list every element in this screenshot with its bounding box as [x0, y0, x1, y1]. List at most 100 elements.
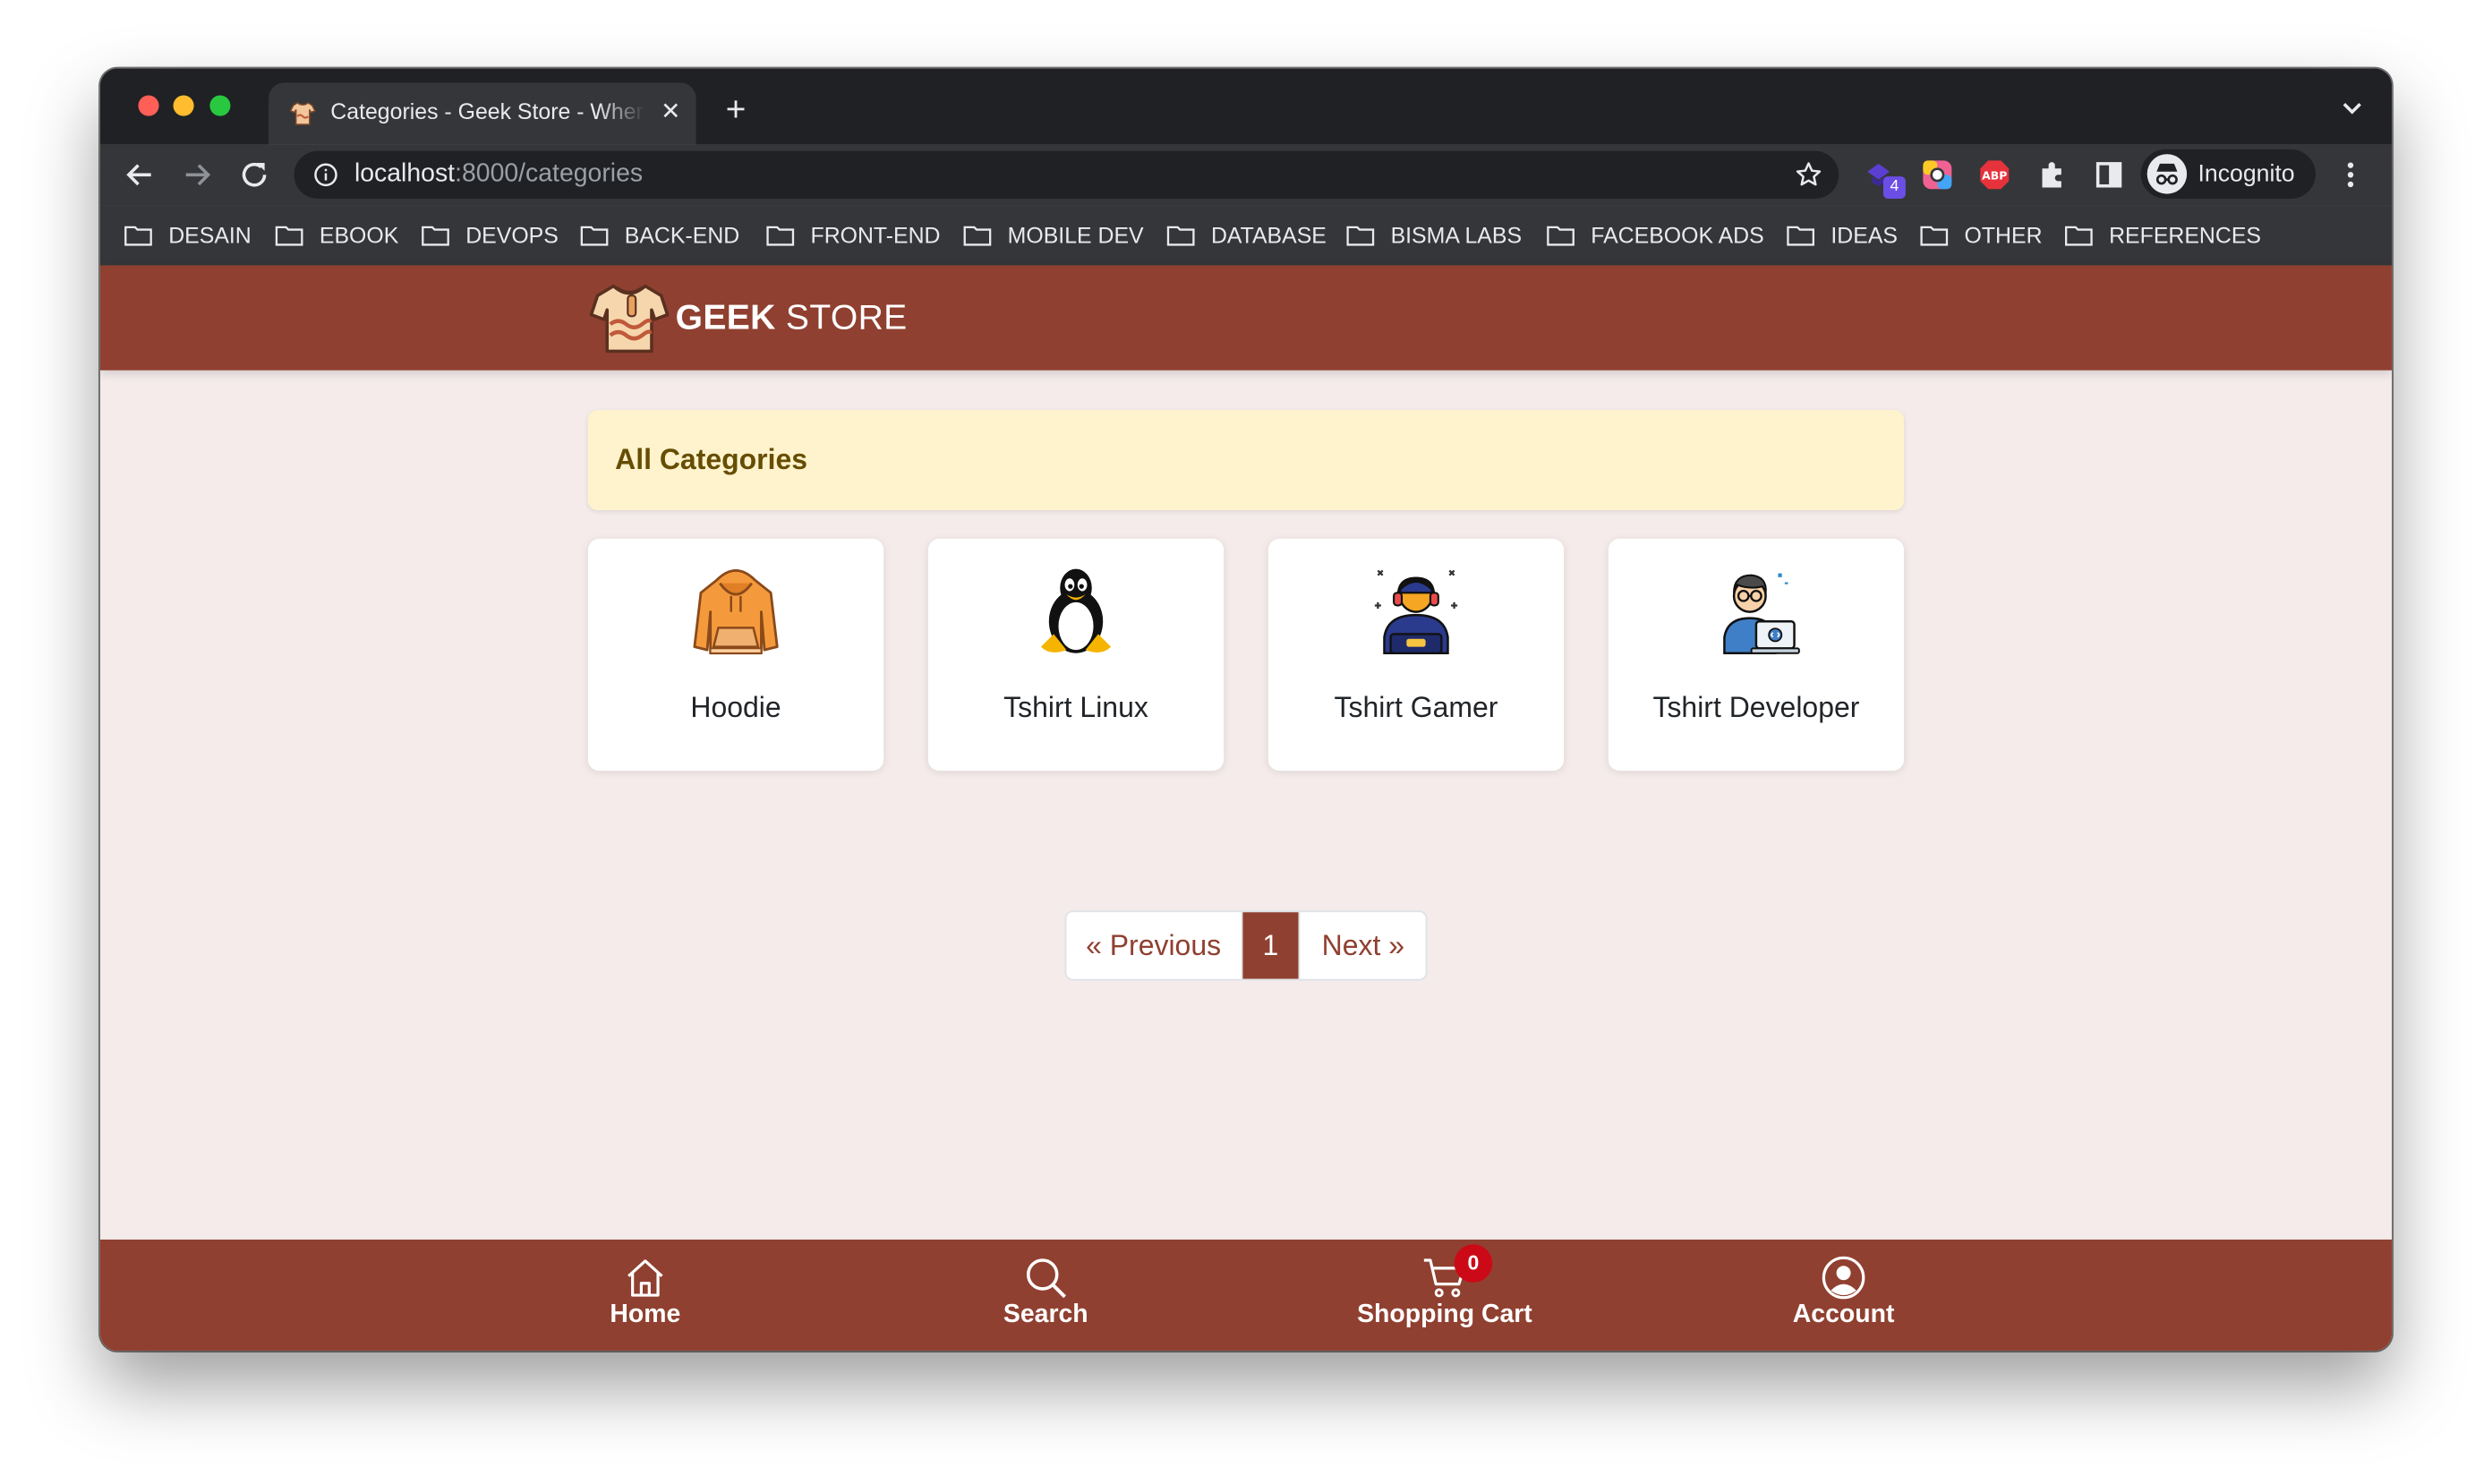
nav-home[interactable]: Home [518, 1256, 772, 1330]
address-bar[interactable]: localhost:8000/categories [294, 150, 1839, 199]
incognito-label: Incognito [2198, 160, 2295, 188]
folder-icon [124, 226, 152, 246]
folder-icon [422, 226, 449, 246]
bookmark-label: MOBILE DEV [1007, 222, 1144, 248]
tab-search-chevron-icon[interactable] [2341, 97, 2363, 119]
brand-link[interactable]: GEEK STORE [589, 279, 908, 355]
folder-icon [2065, 226, 2093, 246]
tab-title: Categories - Geek Store - Where Geeks Sh… [330, 98, 645, 124]
bookmark-folder-other[interactable]: OTHER [1920, 221, 2043, 250]
tab-strip: Categories - Geek Store - Where Geeks Sh… [99, 68, 2393, 145]
bookmark-label: OTHER [1964, 222, 2043, 248]
folder-icon [275, 226, 303, 246]
url-path: :8000/categories [455, 160, 644, 188]
bookmark-star-icon[interactable] [1795, 160, 1823, 189]
browser-menu-icon[interactable] [2343, 160, 2359, 189]
gamer-icon [1374, 569, 1458, 654]
bookmark-label: BACK-END [624, 222, 740, 248]
category-card-hoodie[interactable]: Hoodie [587, 538, 884, 772]
nav-search[interactable]: Search [918, 1256, 1173, 1330]
bookmark-folder-ebook[interactable]: EBOOK [275, 221, 398, 250]
bookmark-folder-mobile-dev[interactable]: MOBILE DEV [963, 221, 1144, 250]
browser-tab[interactable]: Categories - Geek Store - Where Geeks Sh… [269, 82, 696, 145]
tab-close-icon[interactable]: ✕ [655, 97, 687, 129]
category-name: Tshirt Developer [1652, 691, 1860, 723]
bookmark-label: FRONT-END [810, 222, 941, 248]
page-viewport: GEEK STORE All Categories Hoodie Tshirt … [99, 265, 2393, 1352]
hoodie-icon [693, 568, 779, 655]
category-name: Tshirt Linux [1003, 691, 1148, 723]
nav-account[interactable]: Account [1717, 1256, 1971, 1330]
bookmark-folder-references[interactable]: REFERENCES [2064, 221, 2261, 250]
extension-badge: 4 [1882, 176, 1906, 199]
bookmark-label: EBOOK [319, 222, 399, 248]
url-text[interactable]: localhost:8000/categories [354, 160, 643, 189]
cart-icon-wrapper: 0 [1422, 1244, 1493, 1301]
color-picker-extension-icon[interactable] [1922, 159, 1954, 192]
geek-store-logo [589, 284, 670, 354]
bookmarks-bar: DESAIN EBOOK DEVOPS BACK-END FRONT-END M… [99, 205, 2393, 268]
bookmark-folder-facebook-ads[interactable]: FACEBOOK ADS [1547, 221, 1764, 250]
category-card-tshirt-gamer[interactable]: Tshirt Gamer [1267, 538, 1565, 772]
folder-icon [1787, 226, 1815, 246]
category-card-tshirt-linux[interactable]: Tshirt Linux [927, 538, 1225, 772]
pagination: « Previous 1 Next » [1064, 910, 1428, 981]
bookmark-folder-back-end[interactable]: BACK-END [580, 221, 739, 250]
bookmark-label: IDEAS [1831, 222, 1898, 248]
bookmark-folder-devops[interactable]: DEVOPS [422, 221, 559, 250]
brand-name: GEEK STORE [676, 297, 908, 338]
browser-toolbar: localhost:8000/categories 4 ABP Incognit… [99, 144, 2393, 206]
tux-penguin-icon [1040, 568, 1112, 653]
extensions-puzzle-icon[interactable] [2035, 159, 2068, 192]
account-icon [1822, 1256, 1865, 1300]
nav-search-label: Search [1003, 1301, 1088, 1329]
nav-shopping-cart-label: Shopping Cart [1357, 1301, 1532, 1329]
incognito-icon [2146, 154, 2188, 194]
brand-name-light: STORE [775, 297, 908, 337]
category-card-tshirt-developer[interactable]: Tshirt Developer [1608, 538, 1905, 772]
section-title-alert: All Categories [587, 410, 1905, 510]
bookmark-folder-bisma-labs[interactable]: BISMA LABS [1346, 221, 1522, 250]
side-panel-icon[interactable] [2093, 159, 2125, 192]
browser-window: Categories - Geek Store - Where Geeks Sh… [99, 68, 2393, 1352]
section-title: All Categories [615, 443, 808, 475]
new-tab-button[interactable]: + [719, 91, 754, 127]
site-header: GEEK STORE [99, 265, 2393, 371]
bookmark-label: REFERENCES [2109, 222, 2261, 248]
svg-text:ABP: ABP [1982, 169, 2007, 183]
bookmark-label: DATABASE [1210, 222, 1327, 248]
reload-icon[interactable] [237, 158, 272, 192]
brand-name-bold: GEEK [675, 297, 776, 337]
bookmark-folder-front-end[interactable]: FRONT-END [766, 221, 941, 250]
adblock-plus-icon[interactable]: ABP [1979, 159, 2011, 192]
window-close-button[interactable] [138, 95, 159, 116]
url-host: localhost [354, 160, 456, 188]
folder-icon [1166, 226, 1195, 246]
tshirt-favicon-icon [289, 101, 316, 125]
bookmark-folder-desain[interactable]: DESAIN [124, 221, 252, 250]
bookmark-label: DESAIN [168, 222, 252, 248]
site-info-icon[interactable] [313, 162, 338, 187]
incognito-profile-button[interactable]: Incognito [2140, 149, 2316, 199]
folder-icon [963, 226, 992, 246]
bookmark-folder-ideas[interactable]: IDEAS [1787, 221, 1898, 250]
previous-page-link[interactable]: « Previous [1066, 912, 1242, 979]
home-icon [627, 1259, 663, 1297]
bookmark-label: FACEBOOK ADS [1591, 222, 1764, 248]
cart-count-badge: 0 [1454, 1244, 1493, 1283]
bookmark-label: DEVOPS [465, 222, 559, 248]
nav-shopping-cart[interactable]: 0 Shopping Cart [1318, 1244, 1572, 1330]
window-minimize-button[interactable] [173, 95, 194, 116]
back-arrow-icon[interactable] [123, 158, 158, 192]
nav-home-label: Home [610, 1301, 681, 1329]
window-maximize-button[interactable] [209, 95, 231, 116]
current-page-number[interactable]: 1 [1242, 912, 1300, 979]
next-page-link[interactable]: Next » [1299, 912, 1425, 979]
folder-icon [1920, 226, 1949, 246]
category-name: Tshirt Gamer [1334, 691, 1498, 723]
forward-arrow-icon[interactable] [180, 158, 215, 192]
folder-icon [766, 226, 795, 246]
bookmark-folder-database[interactable]: DATABASE [1166, 221, 1327, 250]
bookmark-label: BISMA LABS [1390, 222, 1523, 248]
category-name: Hoodie [690, 691, 781, 723]
